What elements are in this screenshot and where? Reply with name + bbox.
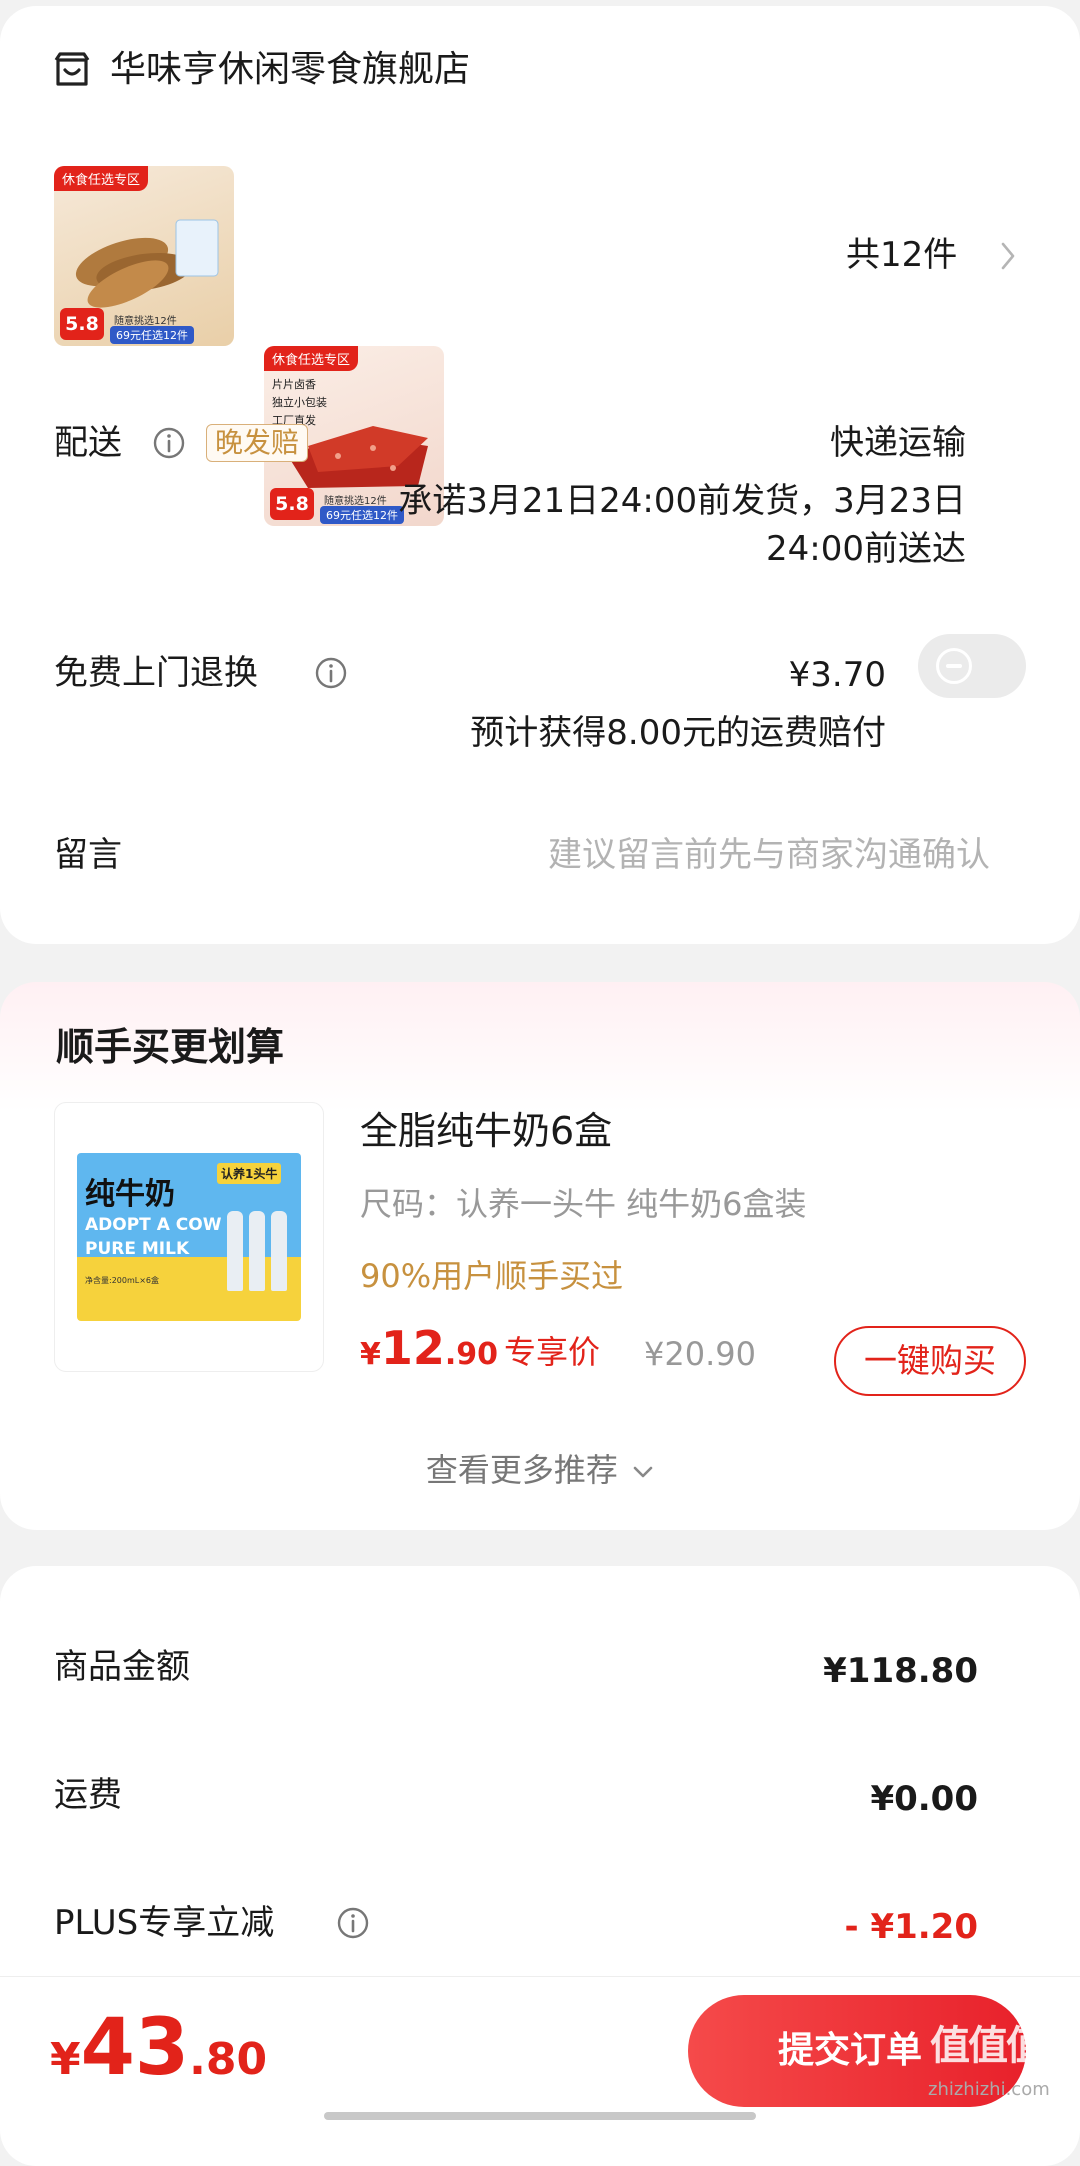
delivery-label: 配送 [54, 423, 122, 463]
watermark-logo: 值值值 [930, 2023, 1046, 2069]
thumb-line: 片片卤香 [272, 378, 316, 391]
view-more-recommend[interactable]: 查看更多推荐 [0, 1448, 1080, 1492]
original-price: ¥20.90 [644, 1335, 756, 1373]
summary-label-plus: PLUS专享立减 [54, 1903, 275, 1943]
summary-value-goods: ¥118.80 [823, 1651, 978, 1691]
milk-volume: 净含量:200mL×6盒 [85, 1276, 160, 1285]
shop-icon [54, 52, 90, 86]
exclusive-price-tag: 专享价 [504, 1333, 601, 1371]
shop-card: 华味亨休闲零食旗舰店 休食任选专区 5.8 随意挑选12件 69元任选12件 休… [0, 6, 1080, 944]
one-click-buy-button[interactable]: 一键购买 [834, 1326, 1026, 1396]
total-decimal: .80 [189, 2034, 268, 2085]
price-integer: 12 [380, 1321, 445, 1375]
return-service-toggle[interactable] [918, 634, 1026, 698]
recommend-card: 顺手买更划算 纯牛奶 认养1头牛 ADOPT A COW PURE MILK 净… [0, 982, 1080, 1530]
product-price: ¥12.90 [360, 1320, 498, 1387]
product-image-milk[interactable]: 纯牛奶 认养1头牛 ADOPT A COW PURE MILK 净含量:200m… [54, 1102, 324, 1372]
return-service-price: ¥3.70 [788, 655, 886, 695]
return-service-label: 免费上门退换 [54, 653, 258, 693]
thumb-line: 独立小包装 [272, 396, 327, 409]
milk-title-en2: PURE MILK [85, 1239, 190, 1259]
product-spec[interactable]: 尺码：认养一头牛 纯牛奶6盒装 [360, 1182, 807, 1226]
summary-value-plus: - ¥1.20 [844, 1907, 979, 1947]
price-badge: 5.8 [270, 488, 314, 520]
milk-bottles [227, 1201, 289, 1297]
thumb-sub: 随意挑选12件 [114, 316, 177, 327]
milk-brand: 认养1头牛 [217, 1163, 282, 1184]
shop-name[interactable]: 华味亨休闲零食旗舰店 [110, 46, 470, 94]
submit-order-label: 提交订单 [778, 2030, 923, 2071]
message-input[interactable]: 建议留言前先与商家沟通确认 [548, 832, 990, 878]
total-integer: 43 [80, 2003, 190, 2093]
social-proof: 90%用户顺手买过 [360, 1257, 624, 1295]
milk-title-cn: 纯牛奶 [85, 1177, 175, 1212]
price-symbol: ¥ [360, 1337, 381, 1372]
summary-label-goods: 商品金额 [54, 1647, 190, 1687]
checkout-bar: ¥43.80 提交订单 值值值 zhizhizhi.com [0, 1976, 1080, 2125]
view-more-label: 查看更多推荐 [425, 1451, 618, 1489]
chevron-down-icon [633, 1466, 653, 1478]
product-name[interactable]: 全脂纯牛奶6盒 [360, 1106, 612, 1156]
info-icon[interactable] [336, 1906, 370, 1940]
fish-illustration [75, 219, 219, 308]
summary-label-shipping: 运费 [54, 1775, 122, 1815]
price-decimal: .90 [444, 1337, 499, 1372]
total-price: ¥43.80 [50, 2003, 267, 2114]
summary-value-shipping: ¥0.00 [870, 1779, 978, 1819]
message-label: 留言 [54, 835, 122, 875]
recommend-title: 顺手买更划算 [56, 1025, 285, 1069]
home-indicator[interactable] [324, 2112, 756, 2120]
total-currency: ¥ [50, 2034, 81, 2085]
thumb-tag: 休食任选专区 [264, 346, 359, 371]
milk-title-en1: ADOPT A COW [85, 1215, 222, 1235]
thumb-promo: 69元任选12件 [110, 326, 194, 344]
toggle-knob [936, 648, 972, 684]
thumb-sub: 随意挑选12件 [324, 496, 387, 507]
info-icon[interactable] [152, 426, 186, 460]
watermark-url: zhizhizhi.com [928, 2079, 1050, 2100]
delivery-promise-line1: 承诺3月21日24:00前发货，3月23日 [398, 481, 966, 521]
item-count[interactable]: 共12件 [846, 232, 957, 278]
milk-box: 纯牛奶 认养1头牛 ADOPT A COW PURE MILK 净含量:200m… [77, 1153, 301, 1321]
product-thumb-fish[interactable]: 休食任选专区 5.8 随意挑选12件 69元任选12件 [54, 166, 234, 346]
late-compensation-badge: 晚发赔 [206, 424, 309, 462]
delivery-method[interactable]: 快递运输 [830, 420, 966, 466]
thumb-promo: 69元任选12件 [320, 506, 404, 524]
chevron-right-icon[interactable] [998, 240, 1018, 272]
delivery-promise-line2: 24:00前送达 [766, 529, 966, 569]
return-service-note: 预计获得8.00元的运费赔付 [470, 713, 886, 753]
info-icon[interactable] [314, 656, 348, 690]
thumb-tag: 休食任选专区 [54, 166, 149, 191]
price-badge: 5.8 [60, 308, 104, 340]
